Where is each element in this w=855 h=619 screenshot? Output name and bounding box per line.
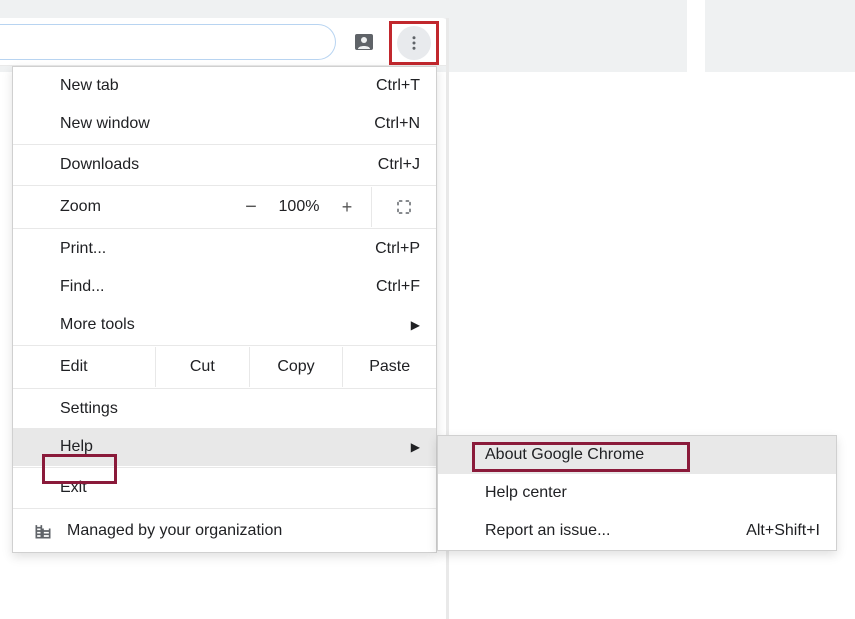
menu-label: Help xyxy=(60,438,411,456)
menu-help[interactable]: Help ▶ xyxy=(13,428,436,466)
menu-shortcut: Ctrl+T xyxy=(376,77,420,95)
menu-label: Report an issue... xyxy=(485,522,746,540)
menu-separator xyxy=(13,467,436,468)
menu-shortcut: Ctrl+N xyxy=(374,115,420,133)
menu-separator xyxy=(13,345,436,346)
menu-zoom-row: Zoom − 100% + xyxy=(13,187,436,227)
menu-separator xyxy=(13,144,436,145)
address-bar[interactable] xyxy=(0,24,336,60)
menu-label: Settings xyxy=(60,400,420,418)
more-button-highlight xyxy=(389,21,439,65)
menu-settings[interactable]: Settings xyxy=(13,390,436,428)
menu-separator xyxy=(13,185,436,186)
menu-label: New tab xyxy=(60,77,376,95)
menu-new-window[interactable]: New window Ctrl+N xyxy=(13,105,436,143)
submenu-help-center[interactable]: Help center xyxy=(438,474,836,512)
edit-copy-button[interactable]: Copy xyxy=(249,347,343,387)
chrome-main-menu: New tab Ctrl+T New window Ctrl+N Downloa… xyxy=(12,66,437,553)
menu-shortcut: Alt+Shift+I xyxy=(746,522,820,540)
fullscreen-button[interactable] xyxy=(371,187,436,227)
menu-label: Zoom xyxy=(60,198,227,216)
managed-label: Managed by your organization xyxy=(67,522,282,540)
zoom-value: 100% xyxy=(275,198,323,216)
menu-separator xyxy=(13,228,436,229)
menu-print[interactable]: Print... Ctrl+P xyxy=(13,230,436,268)
menu-separator xyxy=(13,508,436,509)
menu-label: Help center xyxy=(485,484,820,502)
submenu-about-chrome[interactable]: About Google Chrome xyxy=(438,436,836,474)
menu-edit-row: Edit Cut Copy Paste xyxy=(13,347,436,387)
zoom-out-button[interactable]: − xyxy=(227,196,275,219)
menu-exit[interactable]: Exit xyxy=(13,469,436,507)
building-icon xyxy=(33,521,53,541)
menu-label: Print... xyxy=(60,240,375,258)
menu-more-tools[interactable]: More tools ▶ xyxy=(13,306,436,344)
more-button[interactable] xyxy=(397,26,431,60)
menu-shortcut: Ctrl+F xyxy=(376,278,420,296)
menu-label: Find... xyxy=(60,278,376,296)
menu-label: Exit xyxy=(60,479,420,497)
help-submenu: About Google Chrome Help center Report a… xyxy=(437,435,837,551)
edit-cut-button[interactable]: Cut xyxy=(155,347,249,387)
fullscreen-icon xyxy=(395,198,413,216)
menu-find[interactable]: Find... Ctrl+F xyxy=(13,268,436,306)
more-vertical-icon xyxy=(405,34,423,52)
profile-button[interactable] xyxy=(349,27,379,57)
menu-label: About Google Chrome xyxy=(485,446,820,464)
menu-downloads[interactable]: Downloads Ctrl+J xyxy=(13,146,436,184)
menu-shortcut: Ctrl+J xyxy=(378,156,420,174)
submenu-arrow-icon: ▶ xyxy=(411,440,420,454)
menu-shortcut: Ctrl+P xyxy=(375,240,420,258)
page-decoration xyxy=(687,0,705,80)
submenu-arrow-icon: ▶ xyxy=(411,318,420,332)
submenu-report-issue[interactable]: Report an issue... Alt+Shift+I xyxy=(438,512,836,550)
menu-label: New window xyxy=(60,115,374,133)
menu-label: More tools xyxy=(60,316,411,334)
menu-new-tab[interactable]: New tab Ctrl+T xyxy=(13,67,436,105)
menu-label: Edit xyxy=(60,358,155,376)
edit-paste-button[interactable]: Paste xyxy=(342,347,436,387)
menu-managed[interactable]: Managed by your organization xyxy=(13,510,436,552)
profile-icon xyxy=(352,30,376,54)
menu-label: Downloads xyxy=(60,156,378,174)
zoom-in-button[interactable]: + xyxy=(323,197,371,218)
menu-separator xyxy=(13,388,436,389)
